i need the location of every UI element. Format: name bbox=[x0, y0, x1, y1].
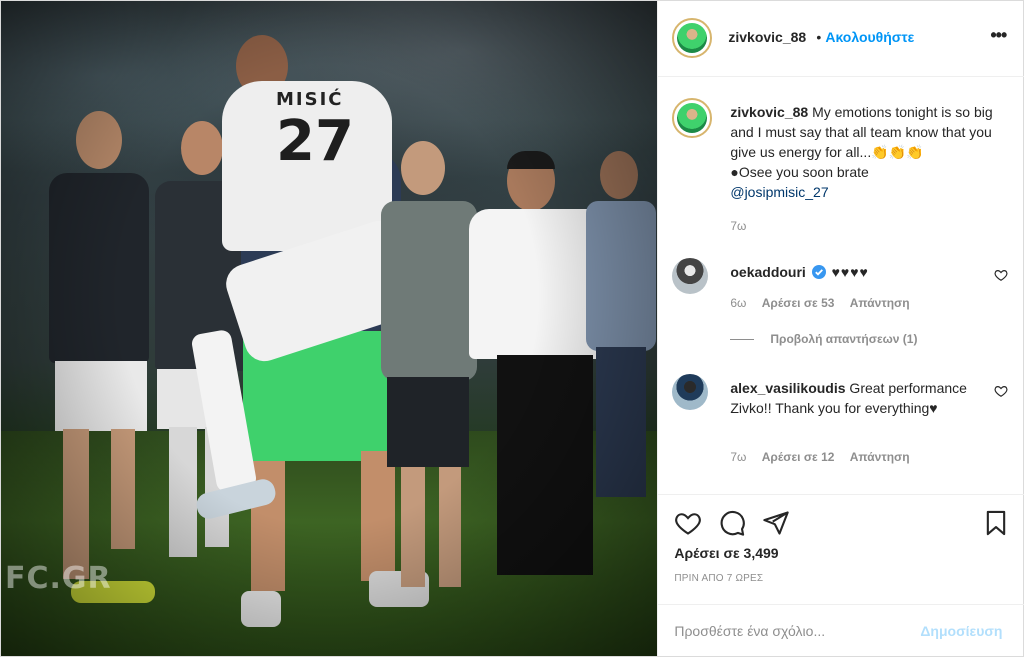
follow-button[interactable]: Ακολουθήστε bbox=[825, 29, 914, 45]
comment-likes-count[interactable]: Αρέσει σε 12 bbox=[762, 450, 835, 464]
post-timestamp[interactable]: ΠΡΙΝ ΑΠΟ 7 ΩΡΕΣ bbox=[674, 573, 763, 584]
more-options-button[interactable]: ••• bbox=[990, 25, 1007, 46]
caption-time[interactable]: 7ω bbox=[730, 219, 746, 233]
caption-text: zivkovic_88 My emotions tonight is so bi… bbox=[730, 102, 1000, 202]
commenter-username[interactable]: alex_vasilikoudis bbox=[730, 380, 845, 396]
share-icon[interactable] bbox=[762, 509, 790, 537]
photo-vignette bbox=[1, 1, 658, 656]
add-comment-bar: Προσθέστε ένα σχόλιο... Δημοσίευση bbox=[658, 604, 1024, 656]
caption-username[interactable]: zivkovic_88 bbox=[730, 104, 808, 120]
comment-like-heart-icon[interactable] bbox=[994, 268, 1008, 282]
comments-list[interactable]: zivkovic_88 My emotions tonight is so bi… bbox=[658, 78, 1024, 494]
commenter-avatar[interactable] bbox=[672, 258, 709, 294]
view-replies-button[interactable]: Προβολή απαντήσεων (1) bbox=[730, 332, 917, 346]
comment-time[interactable]: 7ω bbox=[730, 450, 746, 464]
comment-time[interactable]: 6ω bbox=[730, 296, 746, 310]
comment-like-heart-icon[interactable] bbox=[994, 384, 1008, 398]
comment-meta: 6ω Αρέσει σε 53 Απάντηση bbox=[730, 296, 921, 310]
commenter-avatar[interactable] bbox=[672, 374, 709, 410]
caption-mention[interactable]: @josipmisic_27 bbox=[730, 184, 828, 200]
comment-item: alex_vasilikoudis Great performance Zivk… bbox=[672, 374, 1012, 474]
bookmark-icon[interactable] bbox=[982, 509, 1010, 537]
caption: zivkovic_88 My emotions tonight is so bi… bbox=[672, 98, 1012, 238]
separator-dot: • bbox=[816, 29, 822, 45]
post-photo[interactable]: MISIĆ 27 FC.GR bbox=[1, 1, 658, 656]
photo-watermark: FC.GR bbox=[5, 561, 112, 596]
heart-icon[interactable] bbox=[674, 509, 702, 537]
post-actions: Αρέσει σε 3,499 ΠΡΙΝ ΑΠΟ 7 ΩΡΕΣ bbox=[658, 494, 1024, 604]
comment-text: oekaddouri ♥♥♥♥ bbox=[730, 262, 1000, 282]
post-comment-button[interactable]: Δημοσίευση bbox=[920, 623, 1002, 639]
verified-badge-icon bbox=[811, 265, 826, 279]
caption-emoji: 👏👏👏 bbox=[871, 144, 924, 160]
comment-input[interactable]: Προσθέστε ένα σχόλιο... bbox=[674, 623, 825, 639]
view-replies-line bbox=[730, 339, 755, 341]
comment-body: ♥♥♥♥ bbox=[831, 264, 869, 280]
comment-text: alex_vasilikoudis Great performance Zivk… bbox=[730, 378, 1000, 418]
post-side-panel: zivkovic_88 • Ακολουθήστε ••• zivkovic_8… bbox=[657, 1, 1024, 656]
comment-meta: 7ω Αρέσει σε 12 Απάντηση bbox=[730, 450, 921, 464]
caption-meta: 7ω bbox=[730, 219, 758, 233]
comment-icon[interactable] bbox=[718, 509, 746, 537]
comment-likes-count[interactable]: Αρέσει σε 53 bbox=[762, 296, 835, 310]
reply-button[interactable]: Απάντηση bbox=[850, 296, 910, 310]
author-avatar[interactable] bbox=[672, 18, 713, 58]
post-header: zivkovic_88 • Ακολουθήστε ••• bbox=[658, 1, 1024, 77]
post-likes-count[interactable]: Αρέσει σε 3,499 bbox=[674, 545, 778, 561]
caption-body-2: ●Osee you soon brate bbox=[730, 164, 869, 180]
caption-avatar[interactable] bbox=[672, 98, 713, 138]
author-username[interactable]: zivkovic_88 bbox=[728, 29, 806, 45]
view-replies-label: Προβολή απαντήσεων (1) bbox=[770, 332, 918, 346]
commenter-username[interactable]: oekaddouri bbox=[730, 264, 805, 280]
instagram-post: MISIĆ 27 FC.GR bbox=[0, 0, 1024, 657]
reply-button[interactable]: Απάντηση bbox=[850, 450, 910, 464]
